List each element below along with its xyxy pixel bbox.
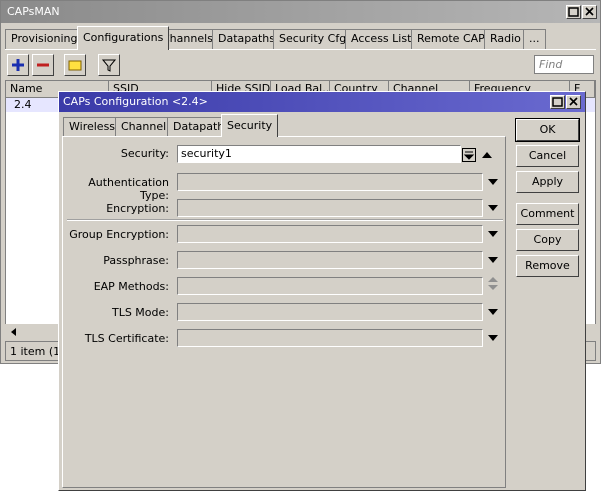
encryption-dropdown-icon[interactable] — [487, 202, 499, 214]
main-window-title: CAPsMAN — [7, 5, 60, 18]
dialog-tab-wireless[interactable]: Wireless — [63, 117, 122, 136]
caps-configuration-dialog: CAPs Configuration <2.4> Wireless Channe… — [58, 91, 586, 491]
authentication-type-label: Authentication Type: — [88, 176, 169, 202]
security-select[interactable]: security1 — [177, 145, 461, 163]
eap-methods-updown-icon[interactable] — [487, 276, 499, 292]
tab-provisioning[interactable]: Provisioning — [5, 29, 84, 49]
group-encryption-label: Group Encryption: — [69, 228, 169, 241]
scroll-left-icon[interactable] — [7, 325, 21, 339]
tab-configurations[interactable]: Configurations — [77, 26, 170, 50]
cancel-button[interactable]: Cancel — [516, 145, 579, 167]
passphrase-field[interactable] — [177, 251, 483, 269]
tls-mode-field[interactable] — [177, 303, 483, 321]
remove-dialog-button[interactable]: Remove — [516, 255, 579, 277]
section-separator — [67, 219, 503, 220]
remove-button[interactable] — [32, 54, 54, 76]
tab-more[interactable]: ... — [523, 29, 546, 49]
security-dropdown-icon[interactable] — [462, 148, 476, 162]
authentication-type-field[interactable] — [177, 173, 483, 191]
group-encryption-field[interactable] — [177, 225, 483, 243]
note-icon — [68, 60, 82, 71]
security-panel: Security: security1 Authentication Type:… — [62, 136, 506, 488]
main-title-bar[interactable]: CAPsMAN — [1, 1, 600, 23]
tab-remote-cap[interactable]: Remote CAP — [411, 29, 491, 49]
plus-icon — [12, 59, 24, 71]
encryption-label: Encryption: — [106, 202, 169, 215]
tab-radio[interactable]: Radio — [484, 29, 527, 49]
tab-access-list[interactable]: Access List — [345, 29, 418, 49]
dialog-close-icon[interactable] — [566, 95, 581, 109]
find-input[interactable]: Find — [534, 55, 594, 74]
minus-icon — [37, 63, 49, 67]
dialog-title: CAPs Configuration <2.4> — [63, 95, 208, 108]
filter-icon — [102, 59, 116, 72]
encryption-field[interactable] — [177, 199, 483, 217]
tab-datapaths[interactable]: Datapaths — [212, 29, 282, 49]
dialog-title-bar[interactable]: CAPs Configuration <2.4> — [59, 92, 585, 112]
tls-mode-label: TLS Mode: — [111, 306, 169, 319]
authentication-type-dropdown-icon[interactable] — [487, 176, 499, 188]
maximize-icon[interactable] — [566, 5, 581, 19]
apply-button[interactable]: Apply — [516, 171, 579, 193]
dialog-tab-channel[interactable]: Channel — [115, 117, 173, 136]
comment-toolbar-button[interactable] — [64, 54, 86, 76]
copy-button[interactable]: Copy — [516, 229, 579, 251]
tab-security-cfg[interactable]: Security Cfg. — [273, 29, 356, 49]
passphrase-label: Passphrase: — [103, 254, 169, 267]
close-icon[interactable] — [582, 5, 597, 19]
dialog-tab-security[interactable]: Security — [221, 114, 279, 137]
security-clear-icon[interactable] — [481, 149, 493, 161]
passphrase-dropdown-icon[interactable] — [487, 254, 499, 266]
dialog-maximize-icon[interactable] — [550, 95, 565, 109]
tls-certificate-field[interactable] — [177, 329, 483, 347]
add-button[interactable] — [7, 54, 29, 76]
tls-certificate-dropdown-icon[interactable] — [487, 332, 499, 344]
tls-certificate-label: TLS Certificate: — [84, 332, 169, 345]
filter-button[interactable] — [98, 54, 120, 76]
eap-methods-field[interactable] — [177, 277, 483, 295]
comment-button[interactable]: Comment — [516, 203, 579, 225]
row-name-cell: 2.4 — [14, 98, 32, 111]
ok-button[interactable]: OK — [515, 118, 580, 142]
group-encryption-dropdown-icon[interactable] — [487, 228, 499, 240]
eap-methods-label: EAP Methods: — [93, 280, 169, 293]
tls-mode-dropdown-icon[interactable] — [487, 306, 499, 318]
security-label: Security: — [120, 147, 169, 160]
